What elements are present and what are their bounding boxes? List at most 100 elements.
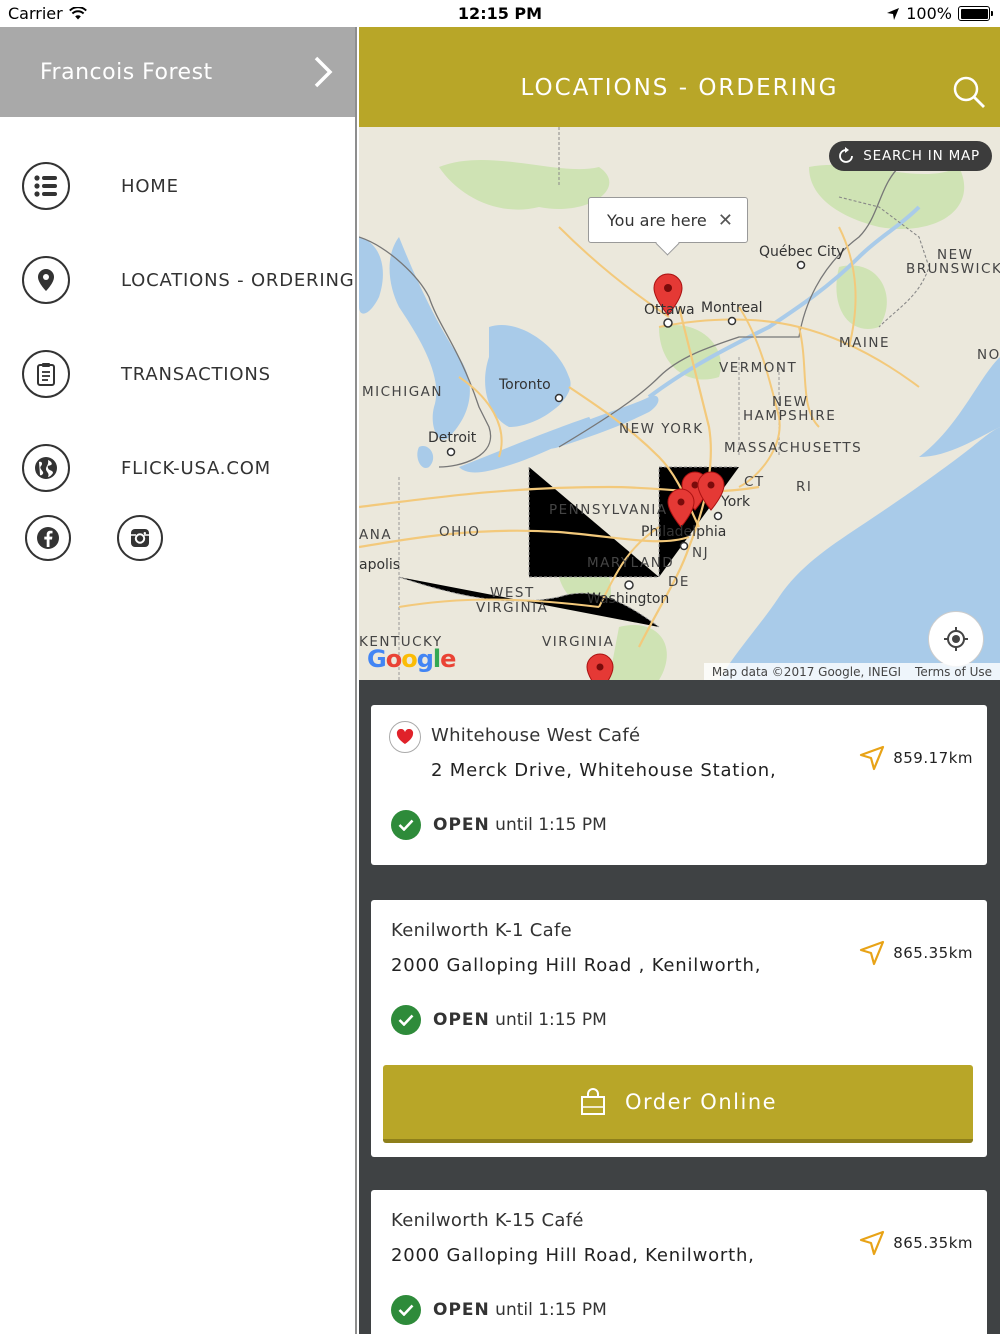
sidebar-item-transactions[interactable]: TRANSACTIONS [0, 327, 355, 421]
location-address: 2000 Galloping Hill Road, Kenilworth, [391, 1245, 755, 1266]
sidebar-item-label: TRANSACTIONS [121, 363, 271, 385]
map-label: MICHIGAN [362, 384, 443, 400]
open-hours: until 1:15 PM [495, 1300, 607, 1320]
location-name: Kenilworth K-15 Café [391, 1210, 584, 1231]
navigation-arrow-icon [860, 940, 885, 966]
status-time: 12:15 PM [457, 4, 543, 23]
map-label: VIRGINIA [542, 634, 615, 650]
facebook-icon[interactable] [25, 515, 71, 561]
check-icon [391, 1295, 421, 1325]
search-button[interactable] [952, 75, 986, 113]
search-in-map-button[interactable]: SEARCH IN MAP [829, 141, 992, 171]
map-label: Ottawa [644, 302, 695, 318]
map-label: WEST [490, 585, 535, 601]
main-panel: LOCATIONS - ORDERING Ottawa Montreal Qué… [359, 27, 1000, 1334]
sidebar-item-label: LOCATIONS - ORDERING [121, 269, 355, 291]
instagram-icon[interactable] [117, 515, 163, 561]
map-label: Detroit [428, 430, 477, 446]
check-icon [391, 810, 421, 840]
map-label: VIRGINIA [476, 600, 549, 616]
map-label: MARYLAND [587, 555, 675, 571]
map-label: NEW YORK [619, 421, 704, 437]
status-bar: Carrier 12:15 PM 100% [0, 0, 1000, 27]
map-label: HAMPSHIRE [743, 408, 837, 424]
order-online-label: Order Online [624, 1090, 778, 1114]
my-location-button[interactable] [928, 611, 984, 667]
map-data-text: Map data ©2017 Google, INEGI [711, 664, 902, 679]
open-label: OPEN [433, 1010, 490, 1030]
map-label: OHIO [439, 524, 481, 540]
location-name: Whitehouse West Café [431, 725, 641, 746]
check-icon [391, 1005, 421, 1035]
map-label: ANA [359, 527, 393, 543]
open-label: OPEN [433, 1300, 490, 1320]
distance-value: 859.17km [893, 749, 973, 767]
map-label: apolis [359, 557, 401, 573]
favorite-button[interactable] [389, 721, 421, 753]
location-distance: 865.35km [859, 1230, 973, 1256]
open-status: OPEN until 1:15 PM [391, 1005, 607, 1035]
open-hours: until 1:15 PM [495, 815, 607, 835]
map-label: York [721, 494, 751, 510]
header-bar: LOCATIONS - ORDERING [359, 27, 1000, 127]
location-pin-icon [22, 256, 70, 304]
map-label: NJ [692, 545, 710, 561]
distance-value: 865.35km [893, 1234, 973, 1252]
clipboard-icon [22, 350, 70, 398]
location-address: 2 Merck Drive, Whitehouse Station, [431, 760, 777, 781]
navigation-arrow-icon [860, 1230, 885, 1256]
map-label: Toronto [499, 377, 551, 393]
profile-row[interactable]: Francois Forest [0, 27, 355, 117]
sidebar-item-label: FLICK-USA.COM [121, 457, 271, 479]
app-screen: Carrier 12:15 PM 100% Francois Forest HO… [0, 0, 1000, 1334]
order-online-button[interactable]: Order Online [383, 1065, 973, 1143]
map-label: BRUNSWICK [906, 261, 1000, 277]
location-card[interactable]: Whitehouse West Café 2 Merck Drive, Whit… [371, 705, 987, 865]
sidebar-item-locations[interactable]: LOCATIONS - ORDERING [0, 233, 355, 327]
user-name: Francois Forest [40, 59, 213, 85]
close-icon[interactable]: ✕ [718, 210, 733, 231]
location-address: 2000 Galloping Hill Road , Kenilworth, [391, 955, 762, 976]
sidebar: Francois Forest HOME LOCATIONS - ORDERIN… [0, 27, 357, 1334]
sidebar-item-label: HOME [121, 175, 179, 197]
page-title: LOCATIONS - ORDERING [520, 75, 839, 101]
map-label: Québec City [759, 244, 845, 260]
you-are-here-callout: You are here ✕ [588, 197, 748, 243]
sidebar-item-website[interactable]: FLICK-USA.COM [0, 421, 355, 515]
open-label: OPEN [433, 815, 490, 835]
google-logo: Google [367, 645, 456, 673]
sidebar-item-home[interactable]: HOME [0, 139, 355, 233]
list-icon [22, 162, 70, 210]
battery-icon [958, 6, 993, 21]
location-distance: 859.17km [859, 745, 973, 771]
callout-text: You are here [607, 210, 707, 230]
heart-icon [396, 729, 414, 744]
terms-link[interactable]: Terms of Use [915, 665, 992, 679]
battery-percent: 100% [906, 4, 952, 23]
social-links [0, 515, 355, 561]
map-label: PENNSYLVANIA [549, 502, 668, 518]
location-arrow-icon [887, 7, 900, 20]
location-card[interactable]: Kenilworth K-1 Cafe 2000 Galloping Hill … [371, 900, 987, 1157]
map-label: DE [668, 574, 690, 590]
map-label: RI [796, 479, 813, 495]
location-name: Kenilworth K-1 Cafe [391, 920, 573, 941]
map-label: Washington [587, 591, 670, 607]
open-status: OPEN until 1:15 PM [391, 810, 607, 840]
map-label: CT [744, 474, 765, 490]
location-card[interactable]: Kenilworth K-15 Café 2000 Galloping Hill… [371, 1190, 987, 1334]
crosshair-icon [944, 627, 968, 651]
distance-value: 865.35km [893, 944, 973, 962]
shopping-bag-icon [580, 1088, 605, 1115]
chevron-right-icon [314, 56, 333, 88]
map-pin-marker[interactable] [586, 653, 614, 680]
map-label: MAINE [839, 335, 890, 351]
map-label: VERMONT [719, 360, 798, 376]
map-label: NO [977, 347, 1000, 363]
map-label: Philadelphia [641, 524, 727, 540]
map-label: MASSACHUSETTS [724, 440, 863, 456]
map-view[interactable]: Ottawa Montreal Québec City NEW BRUNSWIC… [359, 127, 1000, 680]
sidebar-menu: HOME LOCATIONS - ORDERING TRANSACTIONS F… [0, 139, 355, 515]
search-icon [953, 76, 985, 108]
globe-icon [22, 444, 70, 492]
